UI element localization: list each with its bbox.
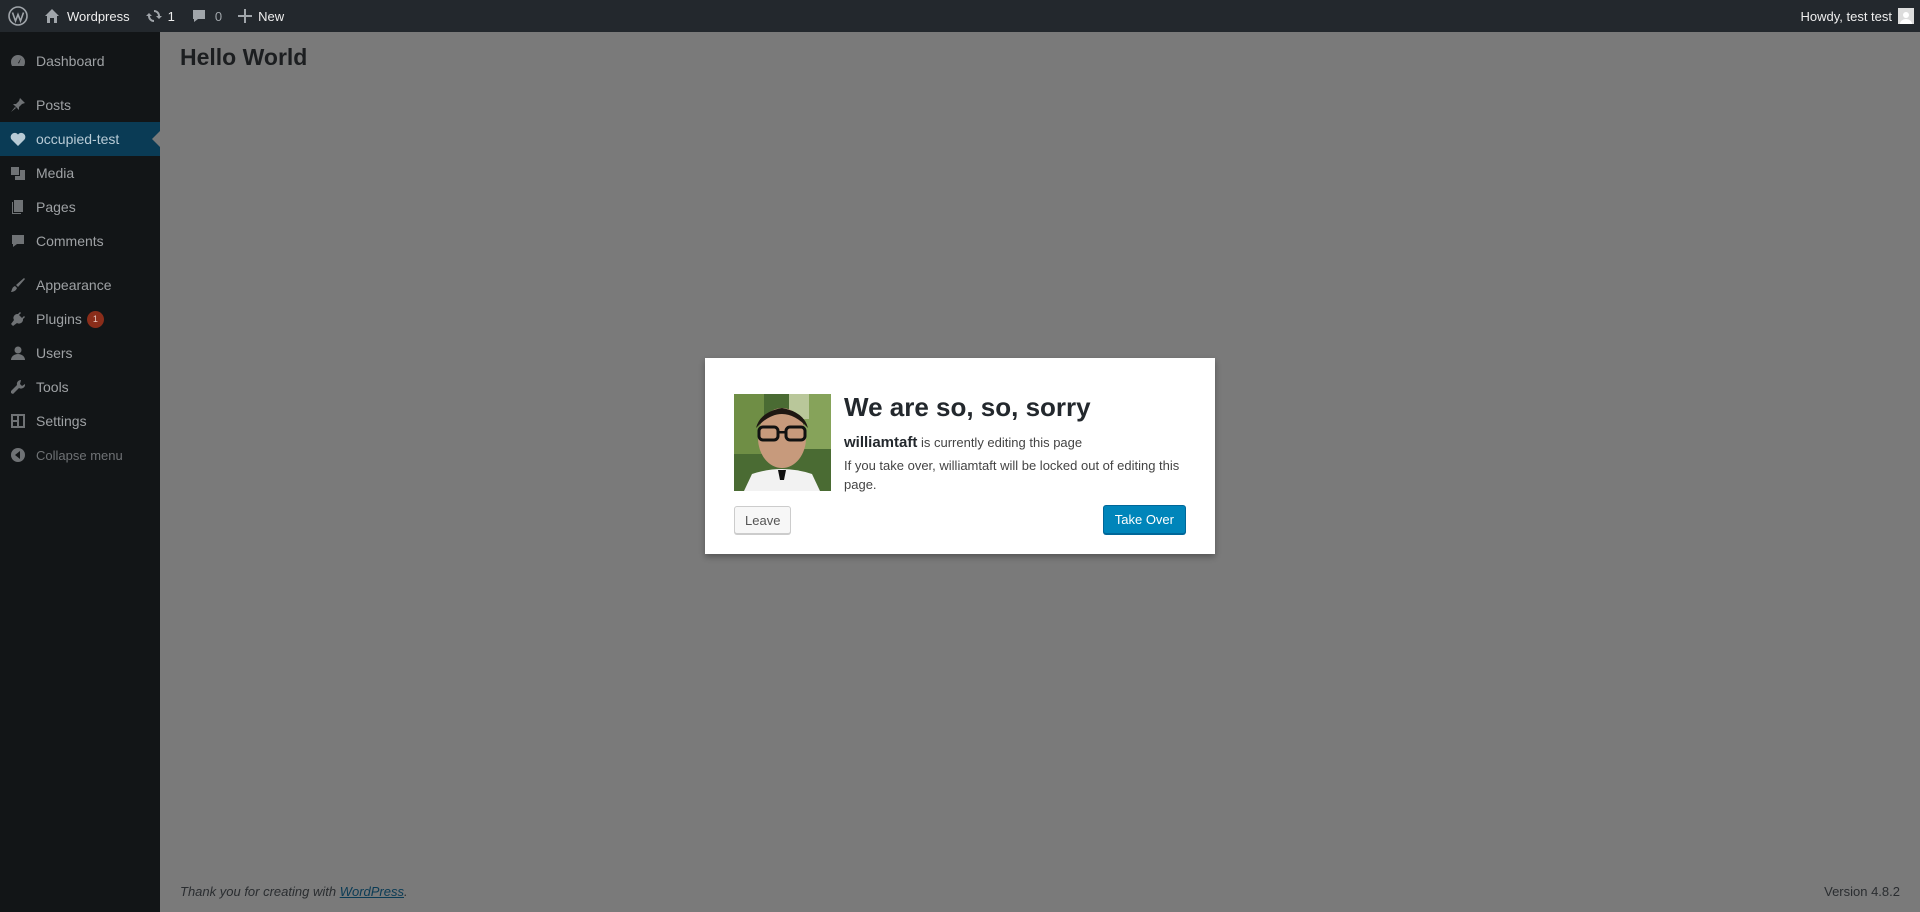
collapse-icon (10, 447, 26, 463)
wrench-icon (10, 379, 26, 395)
pin-icon (10, 97, 26, 113)
comment-icon (191, 8, 207, 24)
site-name: Wordpress (67, 8, 130, 24)
menu-separator (0, 78, 160, 88)
comment-icon (10, 233, 26, 249)
sidebar-item-pages[interactable]: Pages (0, 190, 160, 224)
sidebar-item-label: Pages (36, 199, 76, 215)
sidebar-item-label: Plugins (36, 311, 82, 327)
sidebar-item-posts[interactable]: Posts (0, 88, 160, 122)
comments-count: 0 (214, 8, 223, 24)
wordpress-logo-icon[interactable] (0, 0, 36, 32)
pages-icon (10, 199, 26, 215)
my-account-link[interactable]: Howdy, test test (1792, 0, 1920, 32)
dashboard-icon (10, 53, 26, 69)
greeting: Howdy, test test (1800, 8, 1892, 24)
sidebar-item-label: occupied-test (36, 131, 120, 147)
media-icon (10, 165, 26, 181)
footer-thanks-prefix: Thank you for creating with (180, 884, 340, 899)
sidebar-item-media[interactable]: Media (0, 156, 160, 190)
menu-separator (0, 258, 160, 268)
take-over-button[interactable]: Take Over (1102, 505, 1186, 534)
plus-icon (238, 9, 253, 23)
sidebar-item-plugins[interactable]: Plugins 1 (0, 302, 160, 336)
sidebar-item-comments[interactable]: Comments (0, 224, 160, 258)
sidebar-item-label: Dashboard (36, 53, 105, 69)
new-content-link[interactable]: New (230, 0, 292, 32)
footer-thanks: Thank you for creating with WordPress. (180, 884, 408, 899)
sidebar-item-label: Settings (36, 413, 87, 429)
plug-icon (10, 311, 26, 327)
sidebar-item-label: Media (36, 165, 75, 181)
settings-icon (10, 413, 26, 429)
sidebar-item-appearance[interactable]: Appearance (0, 268, 160, 302)
leave-button[interactable]: Leave (734, 506, 792, 534)
sidebar-item-label: Posts (36, 97, 72, 113)
home-icon (44, 8, 60, 24)
sidebar-item-label: Tools (36, 379, 69, 395)
footer-thanks-suffix: . (404, 884, 408, 899)
updates-link[interactable]: 1 (138, 0, 183, 32)
editing-notice-text: is currently editing this page (917, 435, 1083, 450)
user-avatar (734, 394, 831, 491)
site-name-link[interactable]: Wordpress (36, 0, 138, 32)
admin-menu: Dashboard Posts occupied-test Media Page… (0, 32, 160, 472)
sidebar-item-label: Users (36, 345, 73, 361)
dialog-takeover-warning: If you take over, williamtaft will be lo… (844, 458, 1180, 492)
sidebar-item-settings[interactable]: Settings (0, 404, 160, 438)
collapse-menu-label: Collapse menu (36, 447, 123, 463)
sidebar-item-dashboard[interactable]: Dashboard (0, 44, 160, 78)
brush-icon (10, 277, 26, 293)
plugins-update-badge: 1 (86, 310, 104, 328)
dialog-heading: We are so, so, sorry (844, 392, 1091, 422)
admin-sidebar: Dashboard Posts occupied-test Media Page… (0, 32, 160, 912)
page-title: Hello World (180, 44, 308, 70)
comments-link[interactable]: 0 (183, 0, 230, 32)
footer-version: Version 4.8.2 (1824, 884, 1900, 899)
dialog-editing-notice: williamtaft is currently editing this pa… (844, 434, 1082, 451)
avatar-icon (1898, 8, 1914, 24)
sidebar-item-occupied-test[interactable]: occupied-test (0, 122, 160, 156)
sidebar-item-label: Appearance (36, 277, 112, 293)
sidebar-item-users[interactable]: Users (0, 336, 160, 370)
collapse-menu-button[interactable]: Collapse menu (0, 438, 160, 472)
new-label: New (258, 8, 285, 24)
updates-count: 1 (167, 8, 175, 24)
sidebar-item-label: Comments (36, 233, 104, 249)
wordpress-link[interactable]: WordPress (340, 884, 404, 899)
post-locked-dialog: We are so, so, sorry williamtaft is curr… (705, 358, 1215, 554)
user-icon (10, 345, 26, 361)
locking-username: williamtaft (844, 434, 918, 451)
admin-bar: Wordpress 1 0 New Howdy, test test (0, 0, 1920, 32)
refresh-icon (145, 8, 162, 24)
heart-icon (10, 131, 26, 147)
sidebar-item-tools[interactable]: Tools (0, 370, 160, 404)
